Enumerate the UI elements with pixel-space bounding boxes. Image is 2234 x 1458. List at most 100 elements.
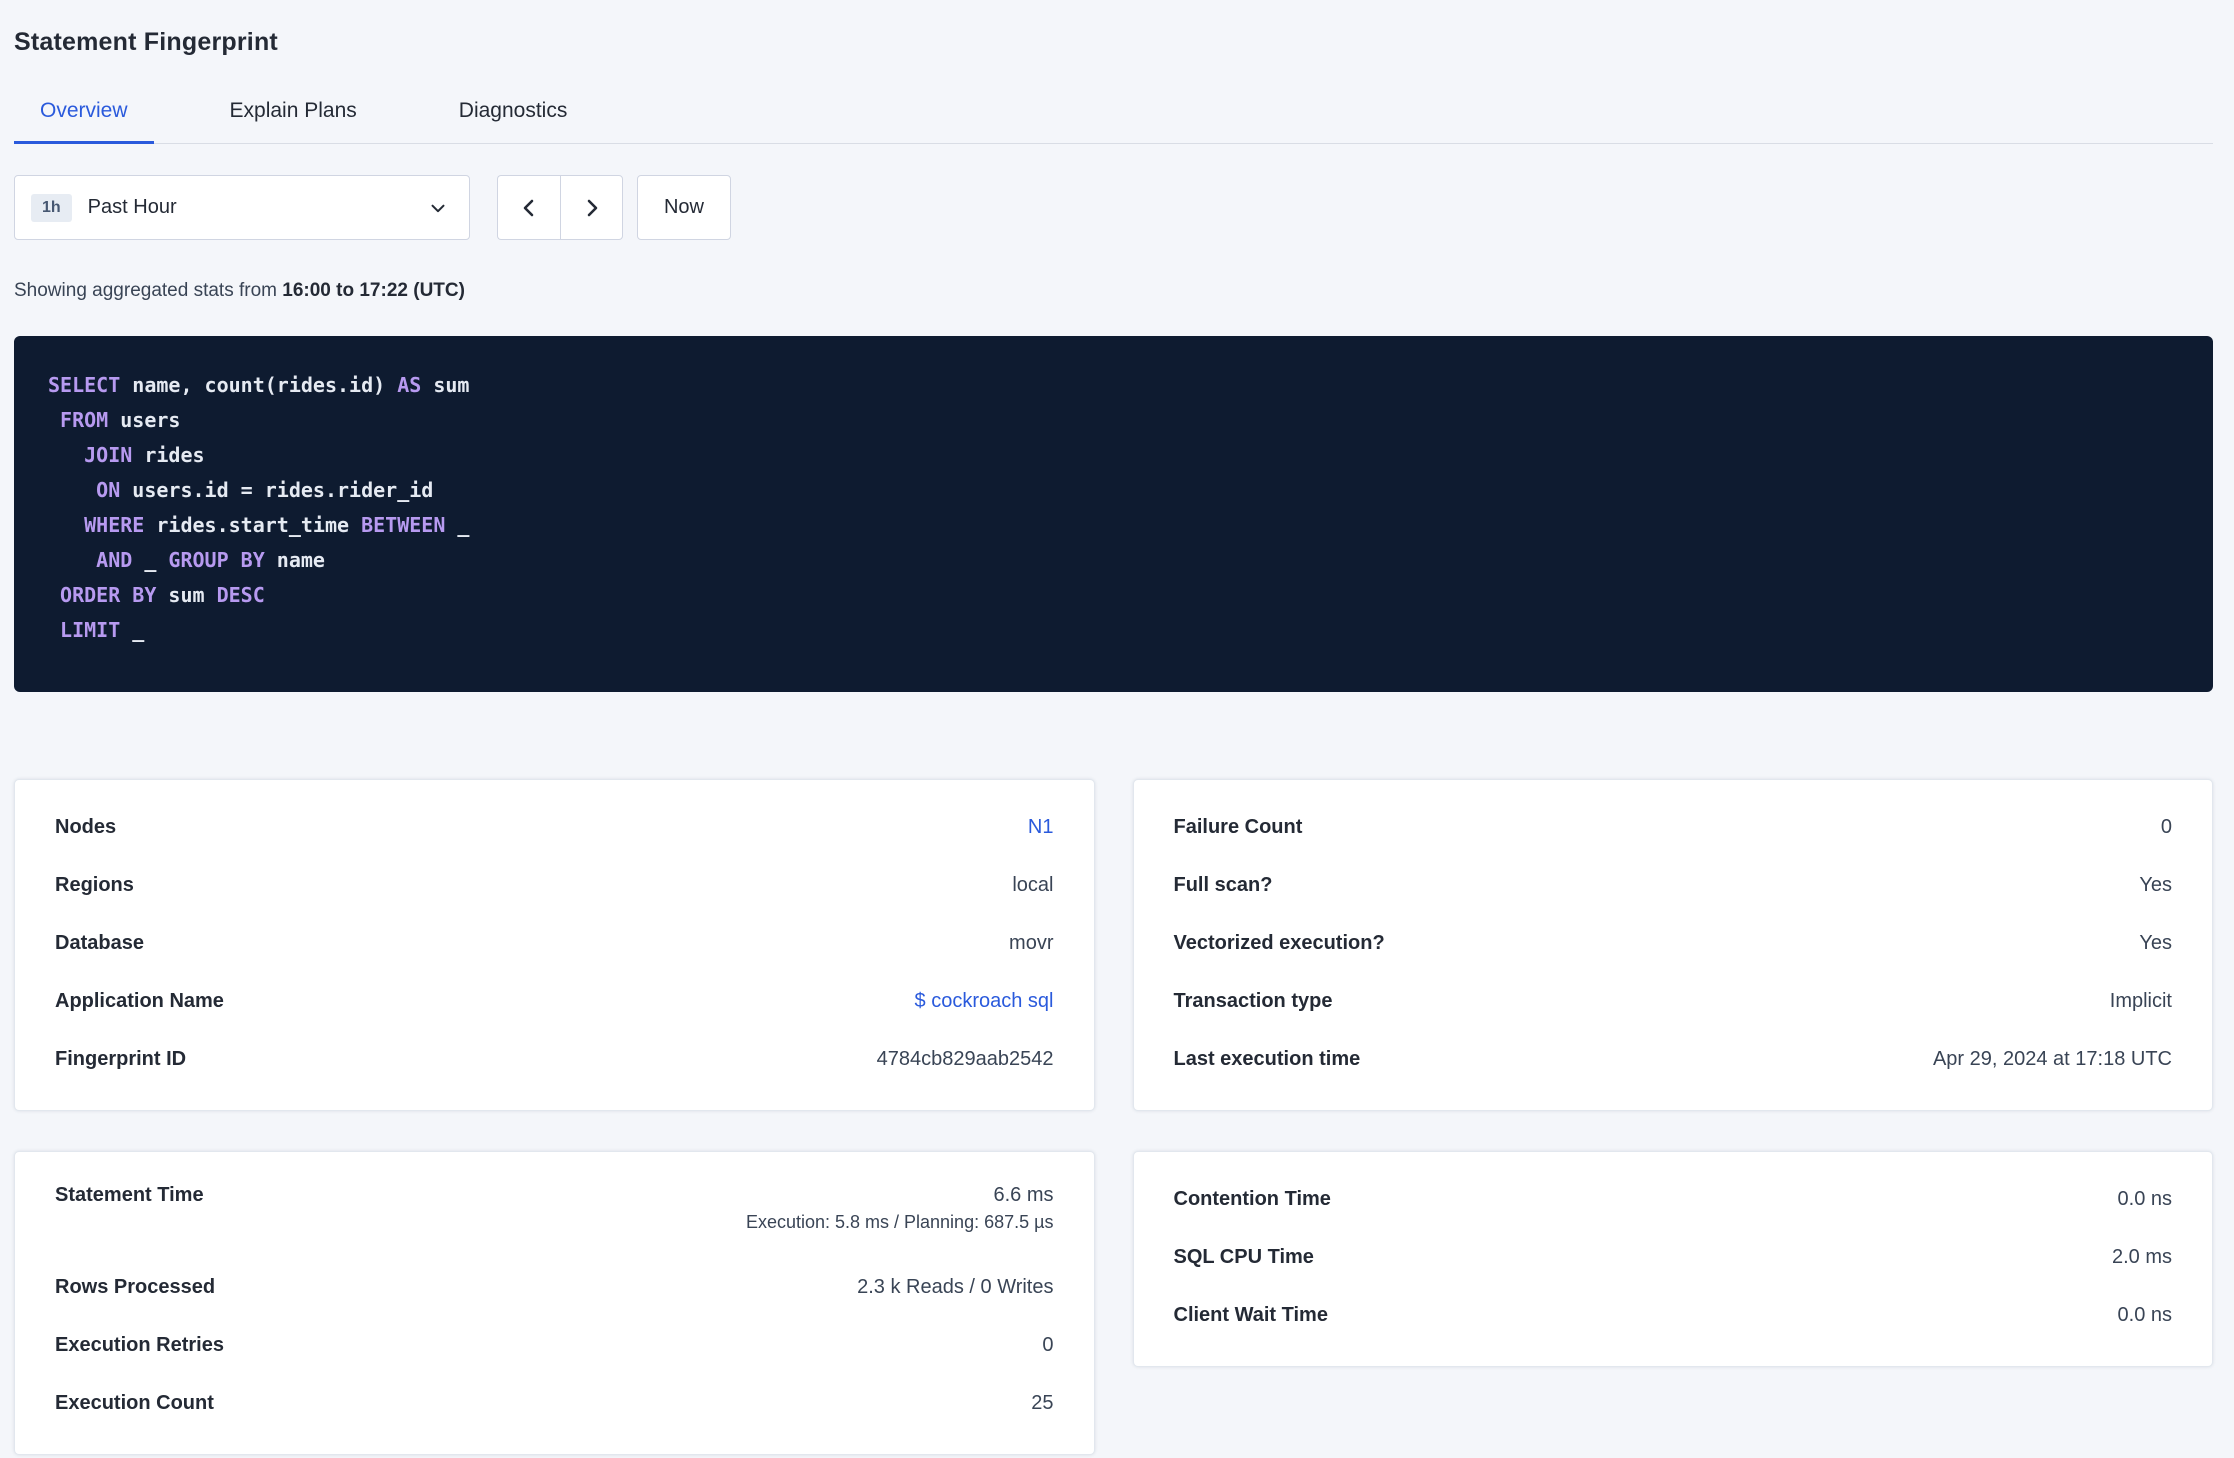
row-value: 6.6 ms [993,1184,1054,1206]
row-value-group: Apr 29, 2024 at 17:18 UTC [1933,1048,2172,1071]
sql-keyword: GROUP BY [168,548,265,572]
row-value-group: N1 [1028,816,1054,839]
sql-text: sum [421,373,470,397]
row-value: local [1012,873,1054,896]
tab-explain-plans[interactable]: Explain Plans [204,83,383,143]
row-value: 4784cb829aab2542 [876,1047,1054,1070]
prev-range-button[interactable] [497,175,560,240]
aggregated-stats-prefix: Showing aggregated stats from [14,280,277,301]
row-value: 0.0 ns [2117,1187,2172,1210]
sql-statement-box: SELECT name, count(rides.id) AS sum FROM… [14,336,2213,692]
details-cards-row: Nodes N1 Regions local Database movr Applicati… [14,779,2213,1111]
sql-statement: SELECT name, count(rides.id) AS sum FROM… [48,368,2179,648]
row-database: Database movr [55,914,1054,972]
metrics-cards-row: Statement Time 6.6 ms Execution: 5.8 ms / … [14,1151,2213,1455]
row-label: Application Name [55,989,224,1012]
row-value-group: Yes [2139,932,2172,955]
sql-line: SELECT name, count(rides.id) AS sum [48,368,2179,403]
row-failure-count: Failure Count 0 [1174,798,2173,856]
sql-keyword: JOIN [84,443,133,467]
row-label: Database [55,931,144,954]
row-full-scan: Full scan? Yes [1174,856,2173,914]
page-title: Statement Fingerprint [14,28,278,56]
sql-keyword: AND [96,548,133,572]
row-value-group: 2.3 k Reads / 0 Writes [857,1276,1053,1299]
tab-diagnostics[interactable]: Diagnostics [433,83,594,143]
range-step-buttons [497,175,623,240]
row-value: movr [1009,931,1054,954]
sql-line: WHERE rides.start_time BETWEEN _ [48,508,2179,543]
row-value-group: 4784cb829aab2542 [877,1048,1054,1071]
row-value: 0 [2160,815,2172,838]
row-last-execution-time: Last execution time Apr 29, 2024 at 17:18… [1174,1030,2173,1088]
sql-keyword: ON [96,478,121,502]
interval-badge: 1h [31,193,72,222]
now-button[interactable]: Now [637,175,731,240]
statement-fingerprint-page: Statement Fingerprint Overview Explain P… [0,0,2234,1455]
row-application-name: Application Name $ cockroach sql [55,972,1054,1030]
row-sql-cpu-time: SQL CPU Time 2.0 ms [1174,1228,2173,1286]
row-label: Transaction type [1173,989,1333,1012]
row-value-group: 0 [2161,816,2172,839]
sql-line: AND _ GROUP BY name [48,543,2179,578]
sql-text: _ [445,513,470,537]
row-value-link[interactable]: N1 [1028,816,1054,839]
row-label: Nodes [55,815,117,838]
row-value-group: movr [1009,932,1053,955]
time-range-label: Past Hour [87,196,177,218]
row-fingerprint-id: Fingerprint ID 4784cb829aab2542 [55,1030,1054,1088]
row-value: 25 [1031,1391,1054,1414]
row-value-group: 25 [1031,1392,1053,1415]
sql-line: ORDER BY sum DESC [48,578,2179,613]
row-label: Rows Processed [55,1275,216,1298]
row-value-group: Yes [2139,874,2172,897]
row-label: Regions [55,873,134,896]
row-client-wait-time: Client Wait Time 0.0 ns [1174,1286,2173,1344]
row-value-link[interactable]: $ cockroach sql [915,990,1054,1013]
row-subvalue: Execution: 5.8 ms / Planning: 687.5 µs [745,1212,1054,1232]
details-card-left: Nodes N1 Regions local Database movr Applicati… [14,779,1095,1111]
sql-line: ON users.id = rides.rider_id [48,473,2179,508]
sql-text: rides [132,443,205,467]
row-statement-time: Statement Time 6.6 ms Execution: 5.8 ms / … [55,1170,1054,1258]
row-vectorized-execution: Vectorized execution? Yes [1174,914,2173,972]
next-range-button[interactable] [560,175,623,240]
sql-keyword: ORDER BY [60,583,157,607]
metrics-card-right: Contention Time 0.0 ns SQL CPU Time 2.0 ms C… [1132,1151,2213,1367]
time-range-dropdown[interactable]: 1h Past Hour [14,175,470,240]
details-card-right: Failure Count 0 Full scan? Yes Vectorized ex… [1132,779,2213,1111]
sql-keyword: LIMIT [60,618,121,642]
sql-keyword: AS [397,373,422,397]
sql-text: users.id = rides.rider_id [120,478,434,502]
sql-keyword: SELECT [48,373,121,397]
row-label: Last execution time [1173,1047,1361,1070]
row-value: 2.3 k Reads / 0 Writes [857,1275,1054,1298]
row-value-group: local [1012,874,1053,897]
sql-text: _ [132,548,169,572]
row-value-group: Implicit [2110,990,2172,1013]
row-value-group: 0 [1042,1334,1053,1357]
tab-bar: Overview Explain Plans Diagnostics [14,83,2213,144]
sql-keyword: DESC [216,583,265,607]
aggregated-stats-line: Showing aggregated stats from 16:00 to 1… [14,280,2213,302]
tab-overview[interactable]: Overview [14,83,154,144]
row-label: Vectorized execution? [1173,931,1385,954]
row-contention-time: Contention Time 0.0 ns [1174,1170,2173,1228]
row-value-group: $ cockroach sql [915,990,1054,1013]
chevron-left-icon [517,196,541,220]
row-label: SQL CPU Time [1173,1245,1314,1268]
row-nodes: Nodes N1 [55,798,1054,856]
time-controls: 1h Past Hour Now [14,175,2213,240]
sql-text: _ [120,618,145,642]
chevron-down-icon [427,197,449,219]
aggregated-stats-range: 16:00 to 17:22 (UTC) [282,280,465,301]
row-label: Full scan? [1173,873,1273,896]
sql-text: users [108,408,181,432]
row-label: Execution Retries [55,1333,224,1356]
row-execution-count: Execution Count 25 [55,1374,1054,1432]
